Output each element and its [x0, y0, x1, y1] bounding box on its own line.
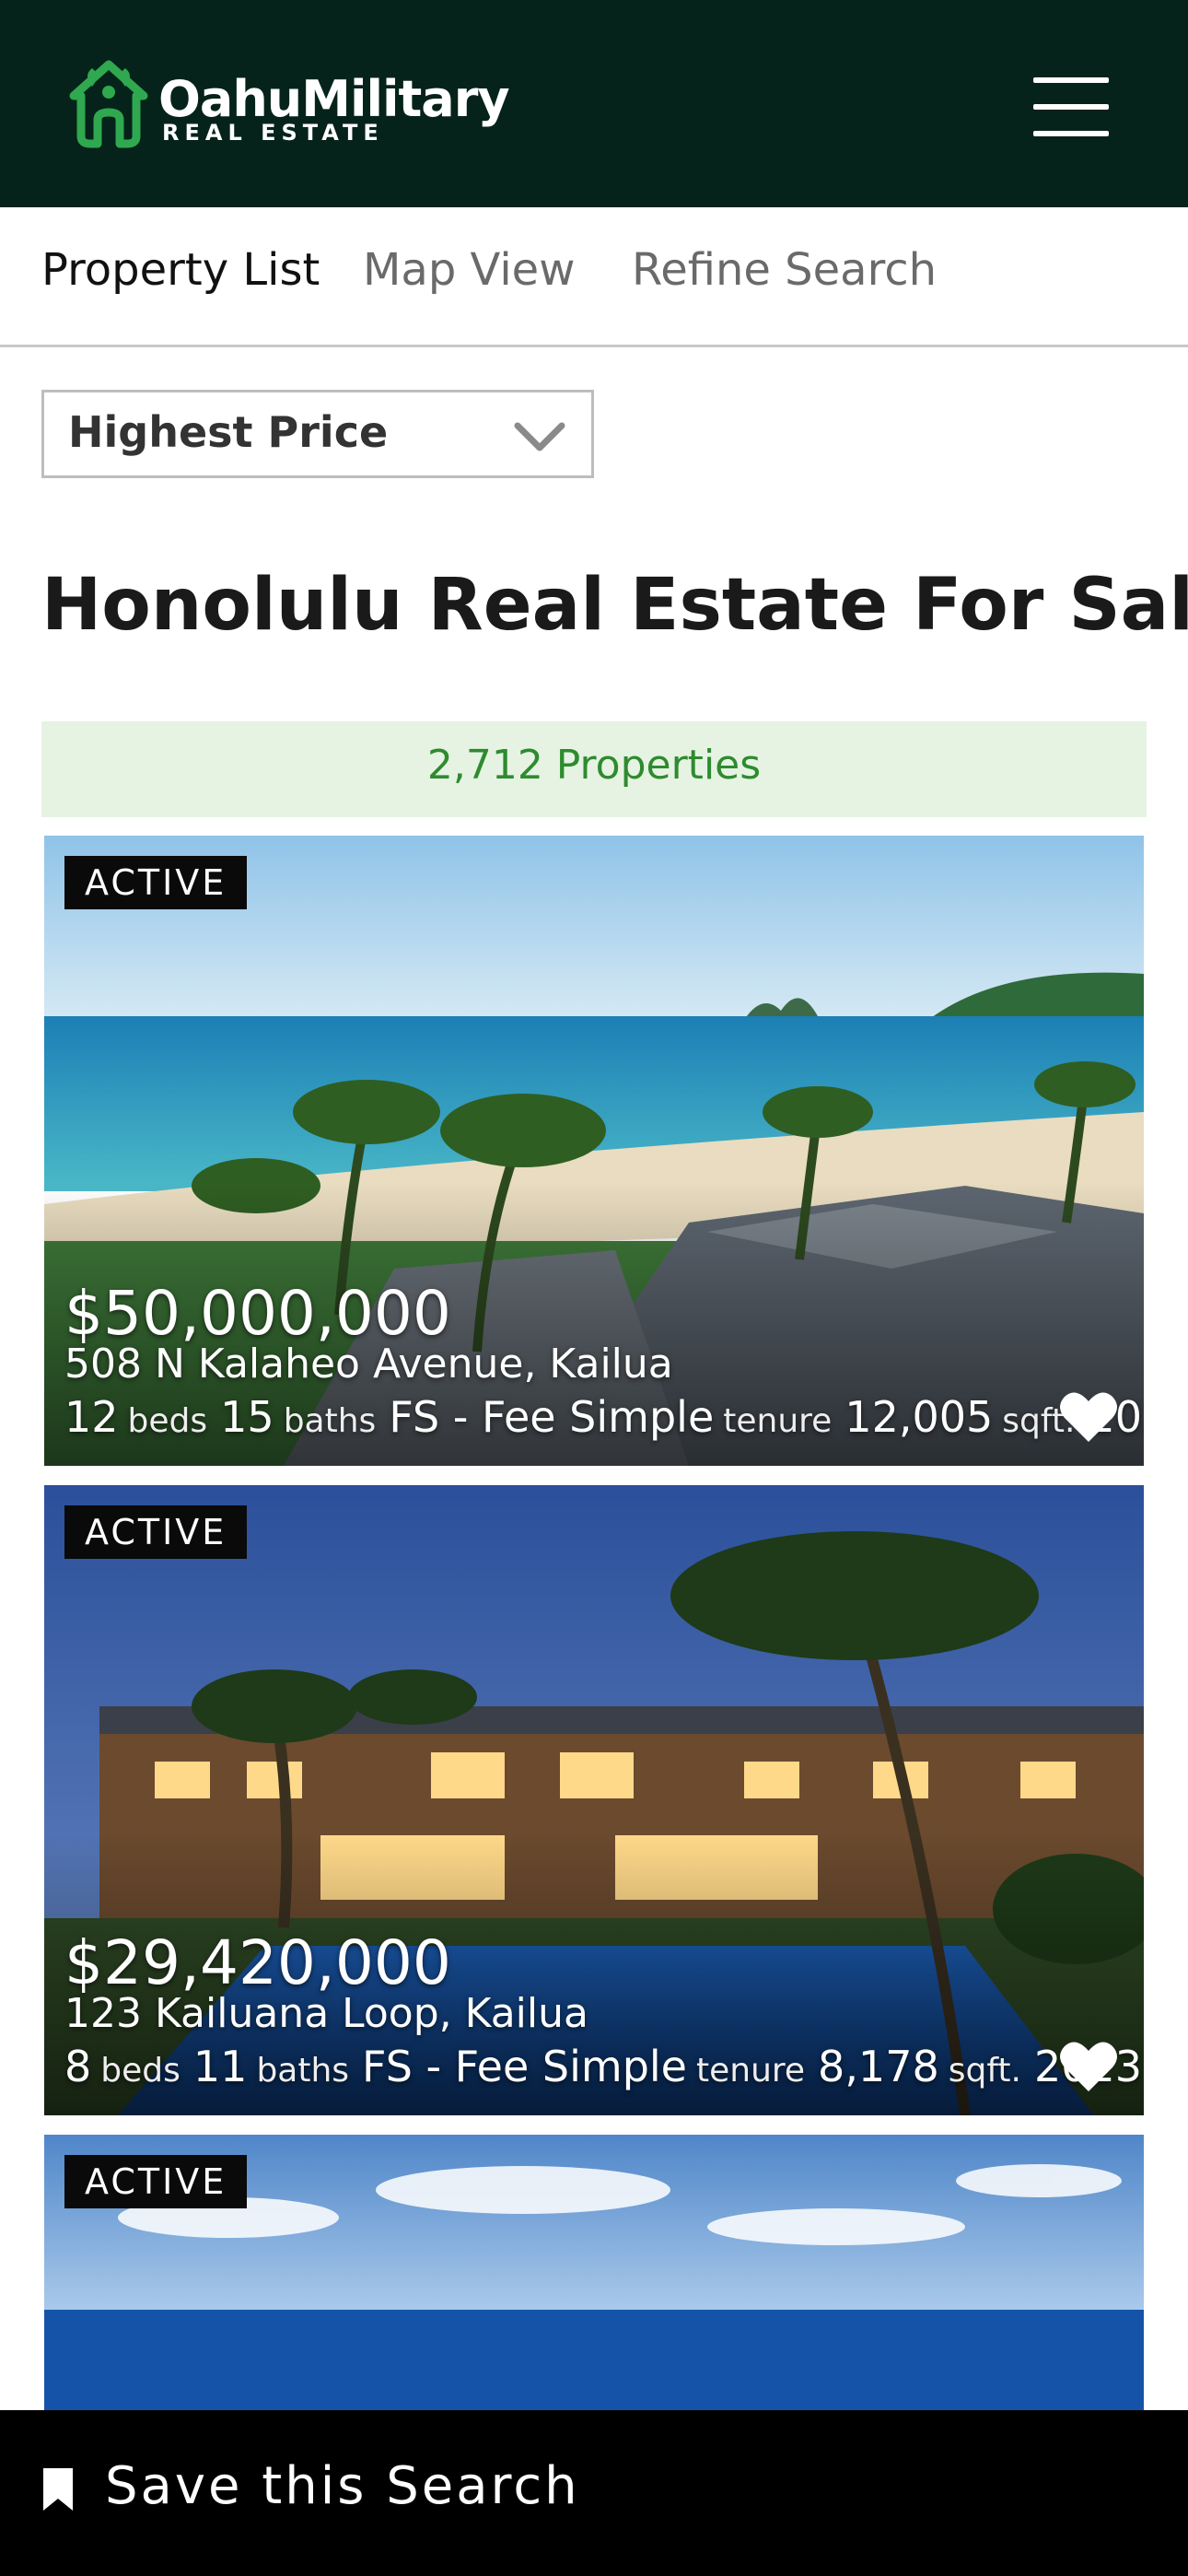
- listing-price: $50,000,000: [64, 1278, 451, 1349]
- favorite-heart-icon[interactable]: [1057, 1388, 1120, 1446]
- save-search-button[interactable]: Save this Search: [0, 2410, 1188, 2576]
- status-badge: ACTIVE: [64, 2155, 248, 2208]
- beds-value: 12: [64, 1392, 119, 1442]
- page-title: Honolulu Real Estate For Sale: [41, 564, 1188, 647]
- view-tabs: Property List Map View Refine Search: [0, 207, 1188, 347]
- house-leaf-icon: [69, 60, 148, 148]
- hamburger-menu-icon[interactable]: [1033, 77, 1109, 136]
- logo-subtitle: REAL ESTATE: [162, 120, 384, 146]
- tenure-label: tenure: [695, 2052, 806, 2090]
- site-header: OahuMilitary REAL ESTATE: [0, 0, 1188, 207]
- bookmark-icon: [43, 2468, 73, 2511]
- save-search-label: Save this Search: [105, 2456, 580, 2516]
- sqft-value: 8,178: [818, 2042, 939, 2091]
- chevron-down-icon: [514, 422, 565, 451]
- sort-select[interactable]: Highest Price: [41, 390, 594, 478]
- sort-selected-value: Highest Price: [68, 407, 389, 457]
- site-logo[interactable]: OahuMilitary REAL ESTATE: [64, 59, 510, 151]
- sqft-label: sqft.: [948, 2052, 1021, 2090]
- baths-value: 11: [192, 2042, 248, 2091]
- favorite-heart-icon[interactable]: [1057, 2038, 1120, 2095]
- listing-specs: 12 beds 15 baths FS - Fee Simple tenure 12,005…: [64, 1392, 1144, 1447]
- baths-value: 15: [220, 1392, 274, 1442]
- tenure-value: FS - Fee Simple: [362, 2042, 687, 2091]
- baths-label: baths: [283, 1402, 377, 1440]
- listing-address: 123 Kailuana Loop, Kailua: [64, 1990, 588, 2037]
- results-count: 2,712 Properties: [426, 742, 762, 789]
- listing-card[interactable]: ACTIVE $50,000,000 508 N Kalaheo Avenue,…: [44, 836, 1144, 1466]
- beds-label: beds: [100, 2052, 181, 2090]
- sqft-value: 12,005: [844, 1392, 994, 1442]
- listing-card[interactable]: ACTIVE $29,420,000 123 Kailuana Loop, Ka…: [44, 1485, 1144, 2115]
- tab-property-list[interactable]: Property List: [41, 244, 320, 296]
- listing-address: 508 N Kalaheo Avenue, Kailua: [64, 1341, 673, 1388]
- beds-label: beds: [127, 1402, 208, 1440]
- status-badge: ACTIVE: [64, 856, 248, 909]
- tab-refine-search[interactable]: Refine Search: [632, 244, 937, 296]
- listing-specs: 8 beds 11 baths FS - Fee Simple tenure 8,178 sq…: [64, 2042, 1144, 2097]
- listing-card[interactable]: ACTIVE: [44, 2135, 1144, 2410]
- tenure-value: FS - Fee Simple: [389, 1392, 715, 1442]
- baths-label: baths: [256, 2052, 350, 2090]
- tab-map-view[interactable]: Map View: [363, 244, 575, 296]
- beds-value: 8: [64, 2042, 92, 2091]
- status-badge: ACTIVE: [64, 1505, 248, 1559]
- results-count-bar: 2,712 Properties: [41, 721, 1147, 817]
- listing-price: $29,420,000: [64, 1927, 451, 1998]
- tenure-label: tenure: [723, 1402, 833, 1440]
